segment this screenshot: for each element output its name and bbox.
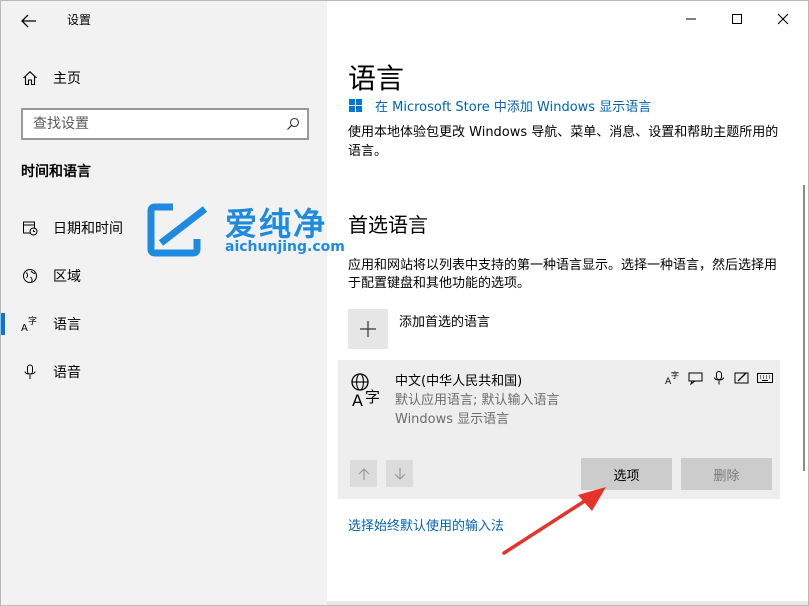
keyboard-icon [756,370,774,386]
language-name: 中文(中华人民共和国) [395,374,523,389]
add-language-button[interactable]: 添加首选的语言 [348,309,490,349]
active-indicator [1,313,5,335]
preferred-languages-description: 应用和网站将以列表中支持的第一种语言显示。选择一种语言，然后选择用于配置键盘和其… [348,258,778,291]
remove-button[interactable]: 删除 [681,458,772,490]
search-input[interactable] [23,116,279,132]
close-icon [777,13,789,25]
watermark-url: aichunjing.com [225,239,345,255]
home-icon [21,69,39,87]
globe-region-icon [21,267,39,285]
store-link[interactable]: 在 Microsoft Store 中添加 Windows 显示语言 [349,96,651,115]
bottom-strip [327,601,808,605]
svg-text:A: A [21,323,28,333]
sidebar-item-home[interactable]: 主页 [1,61,327,95]
settings-window: 设置 主页 时间和语言 日期和时间 区域 [0,0,809,606]
svg-text:A: A [352,391,363,408]
svg-text:字: 字 [671,371,679,380]
sidebar-item-region[interactable]: 区域 [1,256,327,296]
annotation-arrow-icon [502,487,606,555]
description: 使用本地体验包更改 Windows 导航、菜单、消息、设置和帮助主题所用的语言。 [348,125,779,159]
microphone-icon [21,363,39,381]
maximize-icon [732,14,742,24]
plus-icon [348,309,388,349]
watermark: 爱纯净 aichunjing.com [147,201,357,261]
sidebar-item-label: 语言 [53,317,81,333]
maximize-button[interactable] [714,1,760,37]
language-defaults: 默认应用语言; 默认输入语言 [395,393,560,408]
sidebar-item-label: 区域 [53,269,81,285]
move-up-button[interactable] [350,460,377,487]
minimize-button[interactable] [668,1,714,37]
speech-icon [687,370,705,386]
language-icon: A字 [21,315,39,333]
move-down-button[interactable] [386,460,413,487]
svg-text:字: 字 [28,315,37,327]
preferred-languages-heading: 首选语言 [348,213,428,237]
arrow-up-icon [358,467,369,480]
search-box [21,108,309,140]
display-language-icon: A字 [664,370,682,386]
input-method-link[interactable]: 选择始终默认使用的输入法 [348,515,504,534]
back-button[interactable] [13,7,45,35]
sidebar-item-label: 日期和时间 [53,221,123,237]
back-arrow-icon [21,14,36,28]
store-link-text: 在 Microsoft Store 中添加 Windows 显示语言 [375,100,652,115]
language-feature-icons: A字 [664,370,774,386]
sidebar-item-label: 主页 [53,71,81,87]
brand-logo-icon [147,203,208,257]
language-card[interactable]: A 字 中文(中华人民共和国) 默认应用语言; 默认输入语言 Windows 显… [338,360,780,499]
page-title: 语言 [348,62,405,95]
section-title: 时间和语言 [21,164,91,180]
sidebar-item-speech[interactable]: 语音 [1,352,327,392]
calendar-clock-icon [21,219,39,237]
search-icon[interactable] [279,110,307,138]
arrow-down-icon [394,467,405,480]
sidebar-item-language[interactable]: A字 语言 [1,304,327,344]
microphone-icon [710,370,728,386]
close-button[interactable] [760,1,806,37]
store-icon [349,98,362,112]
sidebar-item-label: 语音 [53,365,81,381]
handwriting-icon [733,370,751,386]
minimize-icon [686,18,696,20]
sidebar: 设置 主页 时间和语言 日期和时间 区域 [1,1,327,605]
add-language-label: 添加首选的语言 [399,315,491,330]
language-icon: A 字 [351,373,380,408]
svg-text:字: 字 [365,388,380,406]
window-title: 设置 [67,13,92,27]
scrollbar[interactable] [803,185,805,471]
language-display: Windows 显示语言 [395,412,510,427]
